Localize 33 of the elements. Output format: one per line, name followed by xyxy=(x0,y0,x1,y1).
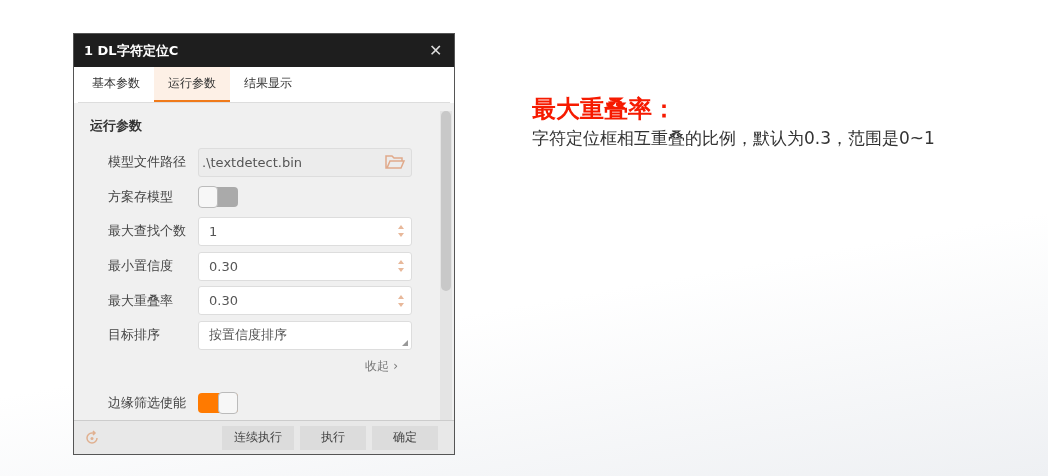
spinner-arrows-icon[interactable] xyxy=(397,224,405,239)
close-button[interactable]: ✕ xyxy=(429,41,442,60)
field-label: 最大查找个数 xyxy=(108,222,187,241)
dropdown-field[interactable]: 按置信度排序 xyxy=(198,320,412,350)
field-label: 方案存模型 xyxy=(108,187,174,206)
file-path-field[interactable]: .\textdetect.bin xyxy=(198,147,412,177)
toggle-switch[interactable] xyxy=(198,392,238,413)
corner-icon xyxy=(402,339,408,346)
action-button[interactable]: 确定 xyxy=(372,425,438,450)
note-text: 字符定位框相互重叠的比例，默认为0.3，范围是0~1 xyxy=(532,127,935,150)
window-title: 1 DL字符定位C xyxy=(84,41,179,60)
number-field[interactable]: 0.30 xyxy=(198,251,412,281)
tab[interactable]: 基本参数 xyxy=(78,67,154,102)
spinner-arrows-icon[interactable] xyxy=(397,259,405,273)
refresh-icon[interactable] xyxy=(84,429,100,446)
scrollbar[interactable] xyxy=(440,111,452,420)
note-heading: 最大重叠率： xyxy=(532,94,677,125)
field-label: 最大重叠率 xyxy=(108,291,174,310)
tab[interactable]: 运行参数 xyxy=(154,67,230,102)
field-label: 目标排序 xyxy=(108,326,161,345)
tab[interactable]: 结果显示 xyxy=(230,67,306,102)
field-label: 模型文件路径 xyxy=(108,153,187,172)
section-title: 运行参数 xyxy=(90,117,143,135)
spinner-arrows-icon[interactable] xyxy=(397,293,405,308)
toggle-switch[interactable] xyxy=(198,186,238,207)
action-button[interactable]: 执行 xyxy=(300,425,366,450)
field-label: 边缘筛选使能 xyxy=(108,393,187,412)
folder-icon[interactable] xyxy=(385,154,405,171)
action-button[interactable]: 连续执行 xyxy=(222,425,294,450)
number-field[interactable]: 0.30 xyxy=(198,286,412,316)
field-label: 最小置信度 xyxy=(108,257,174,275)
collapse-link[interactable]: 收起 › xyxy=(365,358,398,376)
number-field[interactable]: 1 xyxy=(198,216,412,246)
